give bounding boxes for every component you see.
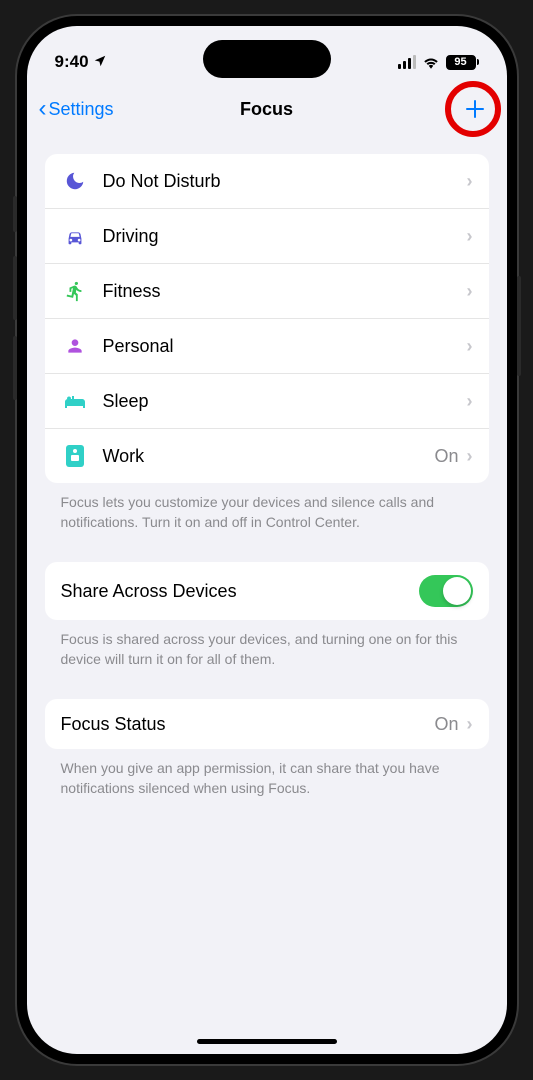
chevron-right-icon: › [467,336,473,357]
dynamic-island [203,40,331,78]
plus-icon [463,97,487,121]
share-description: Focus is shared across your devices, and… [45,620,489,679]
focus-mode-personal[interactable]: Personal › [45,319,489,374]
wifi-icon [422,55,440,69]
chevron-back-icon: ‹ [39,95,47,123]
toggle-label: Share Across Devices [61,581,237,602]
iphone-frame: 9:40 95 [17,16,517,1064]
list-item-label: Do Not Disturb [103,171,467,192]
battery-icon: 95 [446,55,479,70]
navigation-bar: ‹ Settings Focus [27,84,507,134]
list-item-label: Focus Status [61,714,435,735]
share-toggle[interactable] [419,575,473,607]
back-label: Settings [49,99,114,120]
focus-description: Focus lets you customize your devices an… [45,483,489,542]
list-item-label: Driving [103,226,467,247]
bed-icon [61,387,89,415]
chevron-right-icon: › [467,226,473,247]
chevron-right-icon: › [467,446,473,467]
location-icon [93,54,107,71]
focus-mode-sleep[interactable]: Sleep › [45,374,489,429]
list-item-value: On [434,446,458,467]
share-across-devices-row[interactable]: Share Across Devices [45,562,489,620]
list-item-label: Personal [103,336,467,357]
cellular-signal-icon [398,55,416,69]
focus-mode-driving[interactable]: Driving › [45,209,489,264]
moon-icon [61,167,89,195]
add-button[interactable] [455,89,495,129]
focus-status-group: Focus Status On › [45,699,489,749]
list-item-label: Fitness [103,281,467,302]
home-indicator[interactable] [197,1039,337,1044]
chevron-right-icon: › [467,714,473,735]
status-time: 9:40 [55,52,89,72]
focus-mode-work[interactable]: Work On › [45,429,489,483]
car-icon [61,222,89,250]
person-icon [61,332,89,360]
focus-mode-fitness[interactable]: Fitness › [45,264,489,319]
focus-status-description: When you give an app permission, it can … [45,749,489,808]
focus-modes-list: Do Not Disturb › Driving › Fitness › [45,154,489,483]
focus-mode-do-not-disturb[interactable]: Do Not Disturb › [45,154,489,209]
share-group: Share Across Devices [45,562,489,620]
back-button[interactable]: ‹ Settings [39,95,114,123]
running-icon [61,277,89,305]
list-item-label: Sleep [103,391,467,412]
page-title: Focus [240,99,293,120]
list-item-value: On [434,714,458,735]
chevron-right-icon: › [467,281,473,302]
badge-icon [61,442,89,470]
focus-status-row[interactable]: Focus Status On › [45,699,489,749]
list-item-label: Work [103,446,435,467]
chevron-right-icon: › [467,391,473,412]
chevron-right-icon: › [467,171,473,192]
screen: 9:40 95 [27,26,507,1054]
